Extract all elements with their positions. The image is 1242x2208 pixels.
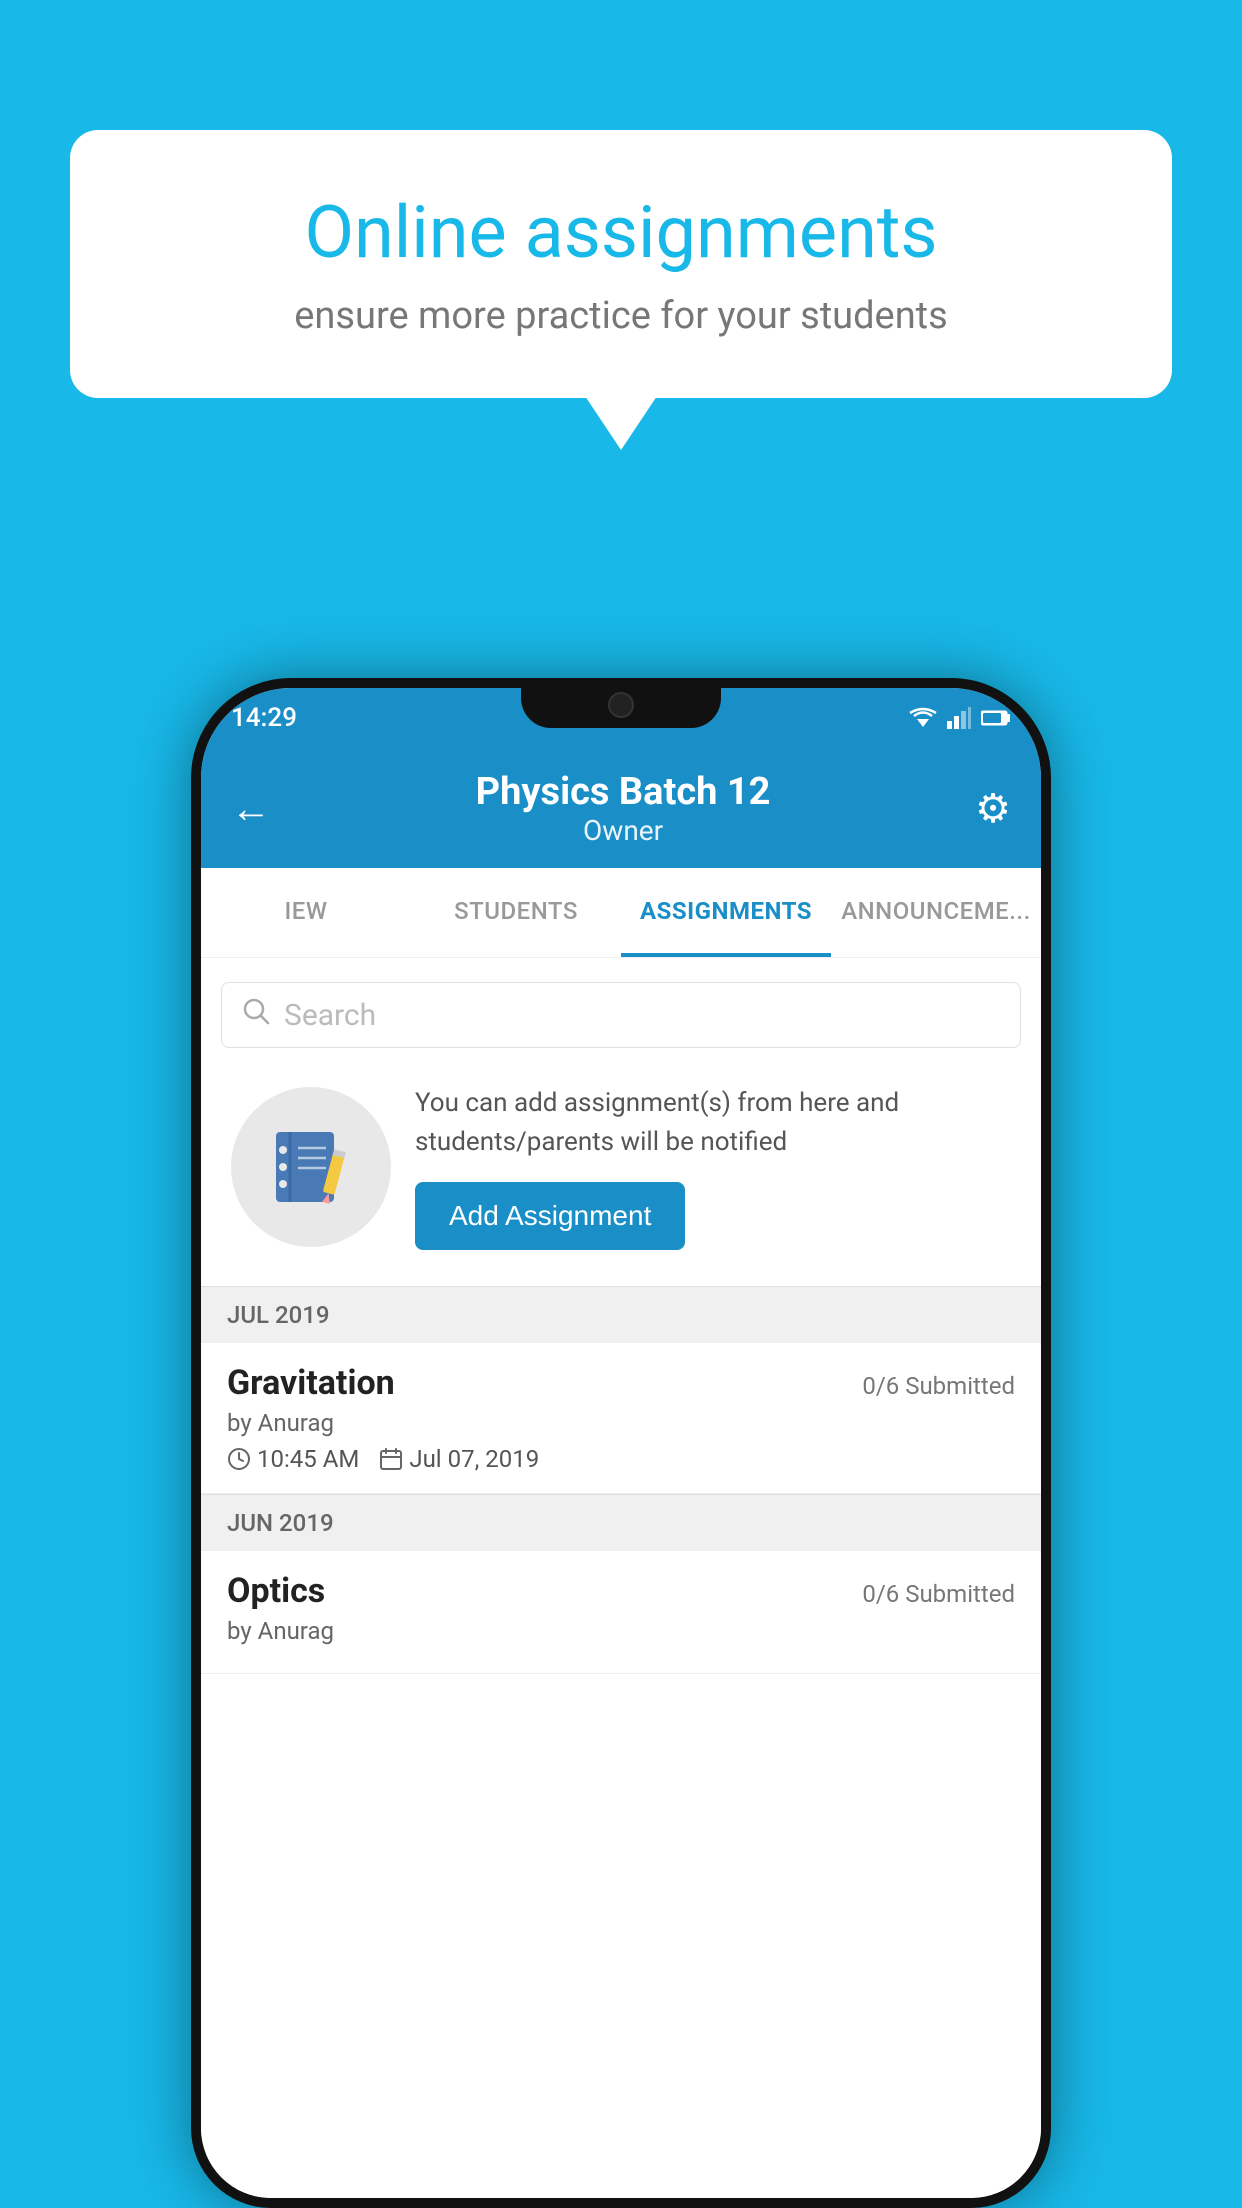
status-time: 14:29 bbox=[231, 703, 297, 733]
tab-announcements[interactable]: ANNOUNCEME... bbox=[831, 868, 1041, 957]
assignment-top: Gravitation 0/6 Submitted bbox=[227, 1363, 1015, 1403]
section-header-jul: JUL 2019 bbox=[201, 1286, 1041, 1343]
calendar-icon bbox=[379, 1447, 403, 1471]
optics-submitted: 0/6 Submitted bbox=[862, 1580, 1015, 1608]
phone-screen: 14:29 bbox=[201, 688, 1041, 2198]
assignment-date: Jul 07, 2019 bbox=[379, 1445, 539, 1473]
back-button[interactable]: ← bbox=[231, 785, 271, 832]
tab-students[interactable]: STUDENTS bbox=[411, 868, 621, 957]
speech-bubble-container: Online assignments ensure more practice … bbox=[70, 130, 1172, 398]
header-center: Physics Batch 12 Owner bbox=[476, 770, 771, 847]
phone-frame: 14:29 bbox=[191, 678, 1051, 2208]
speech-bubble-title: Online assignments bbox=[140, 190, 1102, 276]
phone-notch bbox=[521, 678, 721, 728]
info-card: You can add assignment(s) from here and … bbox=[221, 1064, 1021, 1270]
notebook-icon bbox=[266, 1122, 356, 1212]
tab-assignments[interactable]: ASSIGNMENTS bbox=[621, 868, 831, 957]
tab-iew[interactable]: IEW bbox=[201, 868, 411, 957]
clock-icon bbox=[227, 1447, 251, 1471]
camera bbox=[608, 692, 634, 718]
assignment-meta: 10:45 AM Jul 07, 2019 bbox=[227, 1445, 1015, 1473]
info-description: You can add assignment(s) from here and … bbox=[415, 1084, 1011, 1162]
status-icons bbox=[909, 707, 1011, 729]
optics-name: Optics bbox=[227, 1571, 325, 1611]
search-svg bbox=[242, 997, 270, 1025]
optics-top: Optics 0/6 Submitted bbox=[227, 1571, 1015, 1611]
search-icon bbox=[242, 997, 270, 1033]
optics-by: by Anurag bbox=[227, 1617, 1015, 1645]
assignment-submitted: 0/6 Submitted bbox=[862, 1372, 1015, 1400]
header-title: Physics Batch 12 bbox=[476, 770, 771, 814]
speech-bubble: Online assignments ensure more practice … bbox=[70, 130, 1172, 398]
assignment-item-gravitation[interactable]: Gravitation 0/6 Submitted by Anurag 10:4… bbox=[201, 1343, 1041, 1494]
assignment-date-value: Jul 07, 2019 bbox=[409, 1445, 539, 1473]
info-text: You can add assignment(s) from here and … bbox=[415, 1084, 1011, 1250]
section-header-jun: JUN 2019 bbox=[201, 1494, 1041, 1551]
phone-content: Search bbox=[201, 958, 1041, 2198]
app-header: ← Physics Batch 12 Owner ⚙ bbox=[201, 748, 1041, 868]
notebook-icon-circle bbox=[231, 1087, 391, 1247]
search-placeholder: Search bbox=[284, 998, 376, 1033]
header-subtitle: Owner bbox=[476, 814, 771, 847]
battery-icon bbox=[981, 709, 1011, 727]
signal-icon bbox=[947, 707, 971, 729]
settings-button[interactable]: ⚙ bbox=[975, 785, 1011, 832]
assignment-item-optics[interactable]: Optics 0/6 Submitted by Anurag bbox=[201, 1551, 1041, 1674]
search-bar[interactable]: Search bbox=[221, 982, 1021, 1048]
add-assignment-button[interactable]: Add Assignment bbox=[415, 1182, 685, 1250]
speech-bubble-subtitle: ensure more practice for your students bbox=[140, 294, 1102, 338]
tab-bar: IEW STUDENTS ASSIGNMENTS ANNOUNCEME... bbox=[201, 868, 1041, 958]
assignment-by: by Anurag bbox=[227, 1409, 1015, 1437]
assignment-name: Gravitation bbox=[227, 1363, 395, 1403]
assignment-time-value: 10:45 AM bbox=[257, 1445, 359, 1473]
wifi-icon bbox=[909, 707, 937, 729]
assignment-time: 10:45 AM bbox=[227, 1445, 359, 1473]
